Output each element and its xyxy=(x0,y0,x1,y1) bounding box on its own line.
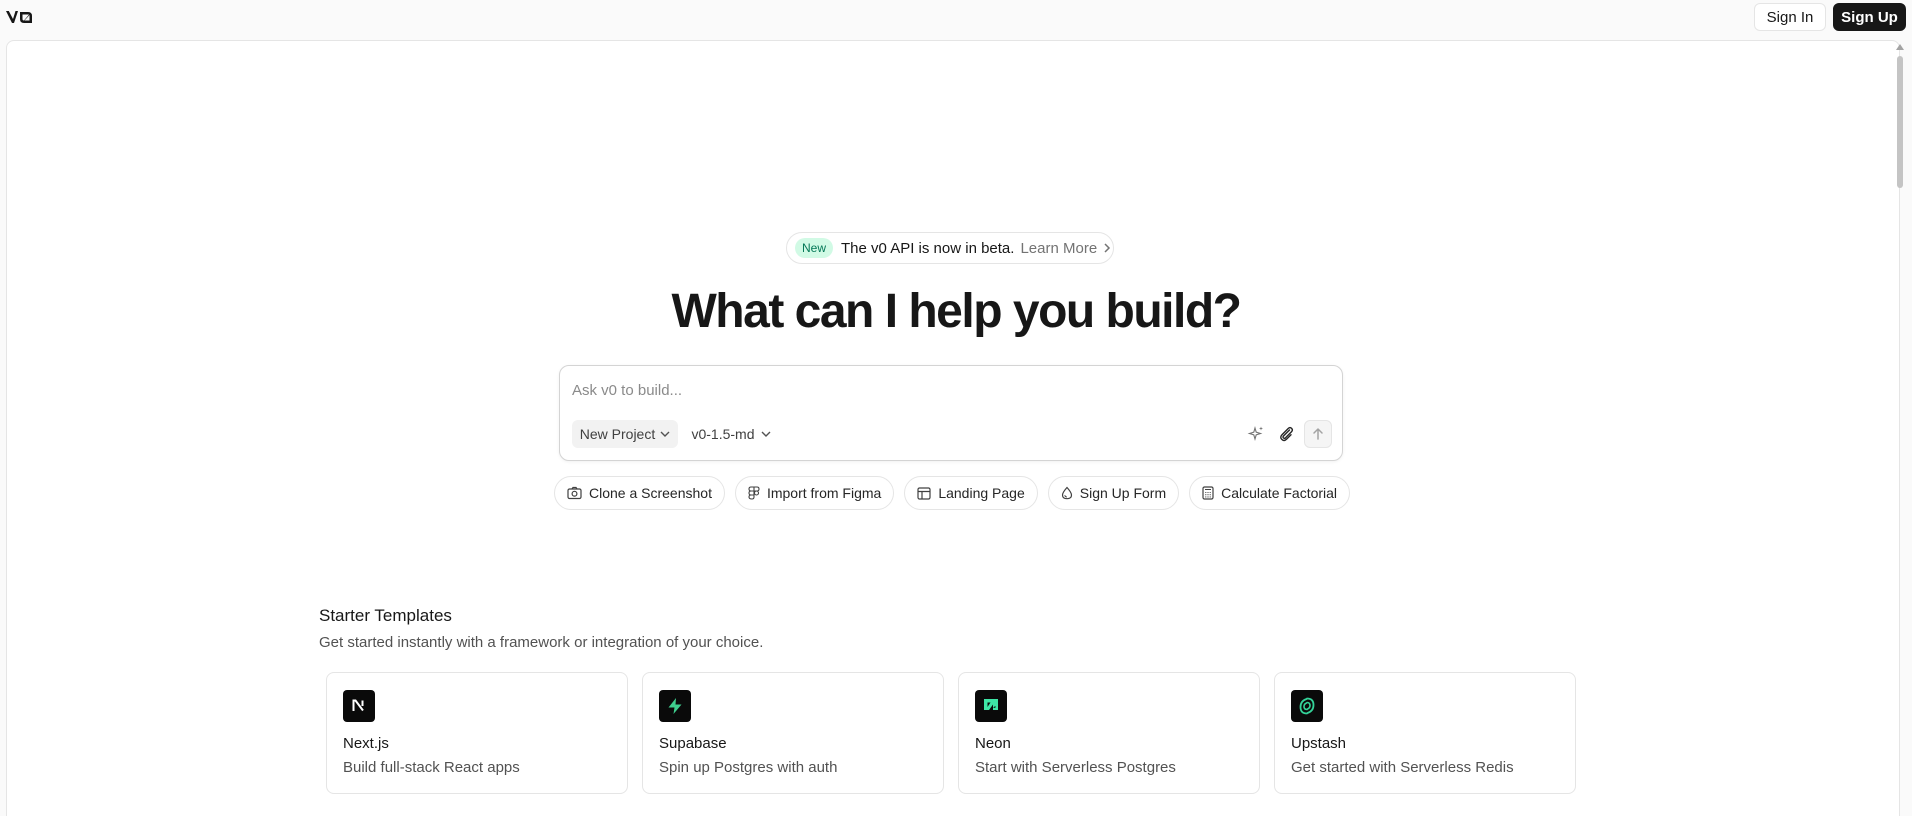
supabase-icon xyxy=(659,690,691,722)
new-badge: New xyxy=(795,238,834,258)
page-title: What can I help you build? xyxy=(671,285,1243,338)
scrollbar[interactable] xyxy=(1894,40,1906,816)
template-cards: Next.js Build full-stack React apps Supa… xyxy=(326,672,1576,794)
chevron-down-icon xyxy=(660,429,670,440)
template-card-nextjs[interactable]: Next.js Build full-stack React apps xyxy=(326,672,628,794)
template-card-upstash[interactable]: Upstash Get started with Serverless Redi… xyxy=(1274,672,1576,794)
model-label: v0-1.5-md xyxy=(691,426,755,442)
card-title: Upstash xyxy=(1291,735,1347,752)
announcement-pill[interactable]: New The v0 API is now in beta. Learn Mor… xyxy=(786,232,1114,264)
drop-icon xyxy=(1061,486,1072,500)
suggestion-chips: Clone a Screenshot Import from Figma Lan… xyxy=(554,476,1351,510)
chip-label: Sign Up Form xyxy=(1079,485,1167,501)
announcement-text: The v0 API is now in beta. xyxy=(841,239,1015,257)
sign-in-button[interactable]: Sign In xyxy=(1754,3,1826,31)
neon-icon xyxy=(975,690,1007,722)
card-description: Get started with Serverless Redis xyxy=(1291,759,1514,776)
card-title: Neon xyxy=(975,735,1011,752)
sparkle-icon[interactable] xyxy=(1244,422,1268,446)
send-button[interactable] xyxy=(1304,420,1332,448)
chevron-down-icon xyxy=(761,429,771,440)
chevron-right-icon xyxy=(1103,240,1111,256)
camera-icon xyxy=(567,486,582,500)
paperclip-icon[interactable] xyxy=(1274,422,1298,446)
layout-icon xyxy=(917,486,931,500)
chip-import-figma[interactable]: Import from Figma xyxy=(734,476,895,510)
sign-up-button[interactable]: Sign Up xyxy=(1833,3,1906,31)
chip-sign-up-form[interactable]: Sign Up Form xyxy=(1047,476,1180,510)
card-title: Supabase xyxy=(659,735,727,752)
figma-icon xyxy=(748,486,760,500)
scroll-up-arrow-icon[interactable] xyxy=(1896,44,1904,50)
arrow-up-icon xyxy=(1313,427,1323,440)
nextjs-icon xyxy=(343,690,375,722)
new-project-label: New Project xyxy=(579,426,656,442)
new-project-dropdown[interactable]: New Project xyxy=(572,420,678,448)
scroll-thumb[interactable] xyxy=(1897,56,1903,188)
card-description: Start with Serverless Postgres xyxy=(975,759,1176,776)
chip-landing-page[interactable]: Landing Page xyxy=(904,476,1038,510)
chip-label: Import from Figma xyxy=(766,485,882,501)
card-title: Next.js xyxy=(343,735,389,752)
prompt-box: New Project v0-1.5-md xyxy=(559,365,1343,461)
upstash-icon xyxy=(1291,690,1323,722)
top-bar: Sign In Sign Up xyxy=(0,0,1912,40)
card-description: Spin up Postgres with auth xyxy=(659,759,838,776)
model-selector[interactable]: v0-1.5-md xyxy=(686,420,776,448)
card-description: Build full-stack React apps xyxy=(343,759,520,776)
calculator-icon xyxy=(1202,486,1214,500)
learn-more-link[interactable]: Learn More xyxy=(1020,240,1097,257)
starter-templates-subtitle: Get started instantly with a framework o… xyxy=(319,634,764,651)
chip-label: Calculate Factorial xyxy=(1221,485,1338,501)
starter-templates-title: Starter Templates xyxy=(319,606,452,625)
template-card-neon[interactable]: Neon Start with Serverless Postgres xyxy=(958,672,1260,794)
template-card-supabase[interactable]: Supabase Spin up Postgres with auth xyxy=(642,672,944,794)
v0-logo-icon[interactable] xyxy=(5,9,35,25)
chip-label: Clone a Screenshot xyxy=(589,485,712,501)
prompt-input[interactable] xyxy=(572,378,1312,402)
chip-label: Landing Page xyxy=(938,485,1025,501)
chip-clone-screenshot[interactable]: Clone a Screenshot xyxy=(554,476,725,510)
chip-calculate-factorial[interactable]: Calculate Factorial xyxy=(1189,476,1351,510)
